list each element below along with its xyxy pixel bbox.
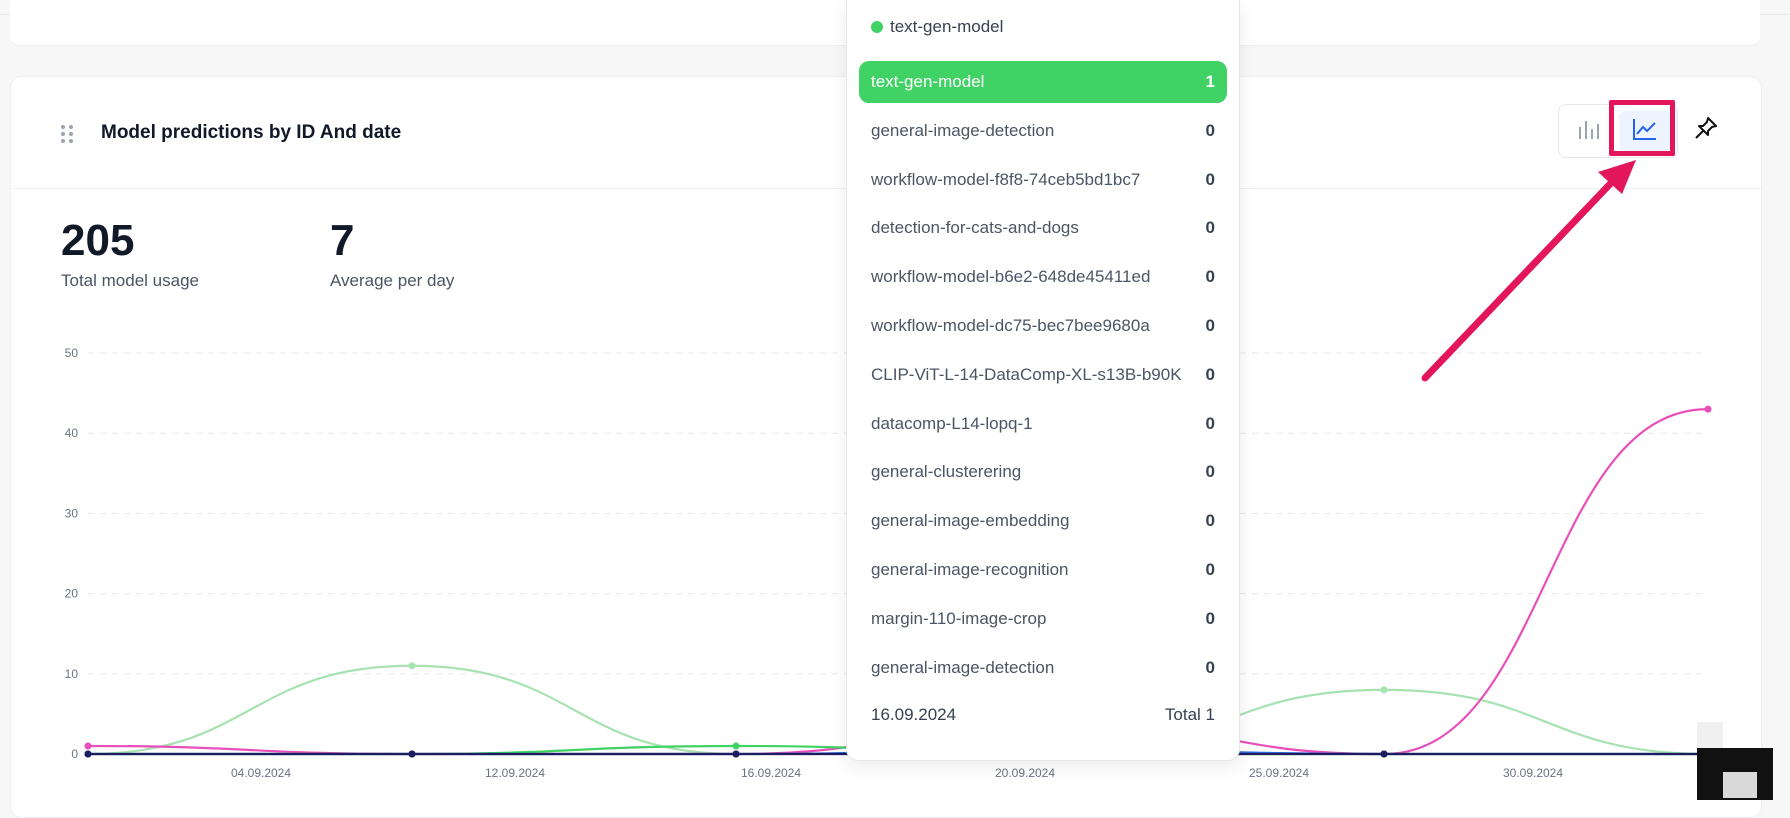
tooltip-row-value: 0 — [1205, 218, 1215, 238]
tooltip-row-label: general-image-detection — [871, 657, 1055, 677]
tooltip-row-value: 0 — [1205, 169, 1215, 189]
tooltip-row-label: general-image-recognition — [871, 560, 1069, 579]
tooltip-row: CLIP-ViT-L-14-DataComp-XL-s13B-b90K 0 — [859, 354, 1227, 396]
tooltip-row-label: detection-for-cats-and-dogs — [871, 218, 1079, 238]
tooltip-row-value: 0 — [1205, 120, 1215, 140]
average-stat: 7 Average per day — [330, 219, 454, 291]
tooltip-row-value: 0 — [1205, 413, 1215, 433]
data-point[interactable] — [1704, 405, 1712, 413]
tooltip-row-value: 0 — [1205, 657, 1215, 677]
bar-chart-icon — [1576, 117, 1602, 146]
tooltip-row-value: 0 — [1205, 608, 1215, 628]
tooltip-row-value: 1 — [1205, 72, 1215, 91]
data-point[interactable] — [732, 742, 740, 750]
tooltip-row: margin-110-image-crop 0 — [859, 598, 1227, 640]
tooltip-row-label: text-gen-model — [871, 72, 985, 91]
tooltip-row-label: workflow-model-f8f8-74ceb5bd1bc7 — [871, 169, 1141, 189]
tooltip-row: general-image-recognition 0 — [859, 549, 1227, 591]
tooltip-header-model: text-gen-model — [890, 17, 1004, 36]
tooltip-row: detection-for-cats-and-dogs 0 — [859, 207, 1227, 249]
tooltip-date: 16.09.2024 — [871, 705, 957, 724]
tooltip-row-value: 0 — [1205, 364, 1215, 384]
tooltip-row-label: workflow-model-dc75-bec7bee9680a — [871, 316, 1150, 335]
tooltip-row: workflow-model-dc75-bec7bee9680a 0 — [859, 305, 1227, 347]
tooltip-row-label: workflow-model-b6e2-648de45411ed — [871, 267, 1151, 287]
data-point[interactable] — [732, 750, 740, 758]
tooltip-row-label: general-image-embedding — [871, 511, 1070, 531]
tooltip-header: text-gen-model — [871, 17, 1003, 37]
x-tick-label: 20.09.2024 — [995, 766, 1055, 780]
tooltip-row: workflow-model-b6e2-648de45411ed 0 — [859, 256, 1227, 298]
card-title: Model predictions by ID And date — [101, 122, 402, 143]
drag-handle-icon[interactable] — [60, 124, 74, 144]
data-point[interactable] — [84, 750, 92, 758]
average-value: 7 — [330, 216, 355, 265]
x-tick-label: 30.09.2024 — [1503, 766, 1563, 780]
y-tick-label: 0 — [71, 747, 78, 761]
data-point[interactable] — [408, 662, 416, 670]
data-point[interactable] — [1380, 686, 1388, 694]
tooltip-row-value: 0 — [1205, 267, 1215, 287]
y-tick-label: 20 — [65, 587, 79, 601]
x-tick-label: 25.09.2024 — [1249, 766, 1309, 780]
tooltip-row: workflow-model-f8f8-74ceb5bd1bc7 0 — [859, 159, 1227, 201]
tooltip-row-label: general-clusterering — [871, 462, 1022, 482]
tooltip-row-value: 0 — [1205, 462, 1215, 482]
tooltip-row-value: 0 — [1205, 511, 1215, 531]
tooltip-row-label: margin-110-image-crop — [871, 608, 1047, 628]
tooltip-row-label: general-image-detection — [871, 120, 1055, 140]
total-usage-stat: 205 Total model usage — [61, 219, 199, 291]
tooltip-row-value: 0 — [1205, 316, 1215, 335]
x-tick-label: 16.09.2024 — [741, 766, 801, 780]
tooltip-total: Total 1 — [1164, 705, 1215, 724]
pin-icon — [1693, 115, 1719, 146]
tooltip-row: text-gen-model 1 — [859, 61, 1227, 103]
tooltip-row: general-clusterering 0 — [859, 451, 1227, 493]
corner-artifact — [1723, 772, 1757, 798]
tooltip-row: datacomp-L14-lopq-1 0 — [859, 403, 1227, 445]
y-tick-label: 10 — [65, 667, 79, 681]
total-usage-label: Total model usage — [61, 271, 199, 290]
tooltip-row-value: 0 — [1205, 560, 1215, 579]
average-label: Average per day — [330, 271, 455, 290]
tooltip-row-label: datacomp-L14-lopq-1 — [871, 413, 1033, 433]
y-tick-label: 40 — [65, 426, 79, 440]
tooltip-row-label: CLIP-ViT-L-14-DataComp-XL-s13B-b90K — [871, 364, 1182, 384]
bar-chart-button[interactable] — [1563, 111, 1615, 151]
tooltip-row: general-image-detection 0 — [859, 647, 1227, 689]
total-usage-value: 205 — [61, 216, 135, 265]
data-point[interactable] — [84, 742, 92, 750]
x-tick-label: 12.09.2024 — [485, 766, 545, 780]
tooltip-footer: 16.09.2024 Total 1 — [871, 705, 1215, 725]
line-chart-highlight-box — [1609, 100, 1675, 156]
pin-button[interactable] — [1688, 112, 1724, 148]
tooltip-row: general-image-embedding 0 — [859, 500, 1227, 542]
y-tick-label: 30 — [65, 506, 79, 520]
chart-tooltip: text-gen-model text-gen-model 1 general-im… — [846, 0, 1240, 761]
corner-artifact — [1697, 722, 1723, 748]
series-color-dot — [871, 21, 883, 33]
data-point[interactable] — [408, 750, 416, 758]
data-point[interactable] — [1380, 750, 1388, 758]
y-tick-label: 50 — [65, 346, 79, 360]
tooltip-row: general-image-detection 0 — [859, 110, 1227, 152]
x-tick-label: 04.09.2024 — [231, 766, 291, 780]
